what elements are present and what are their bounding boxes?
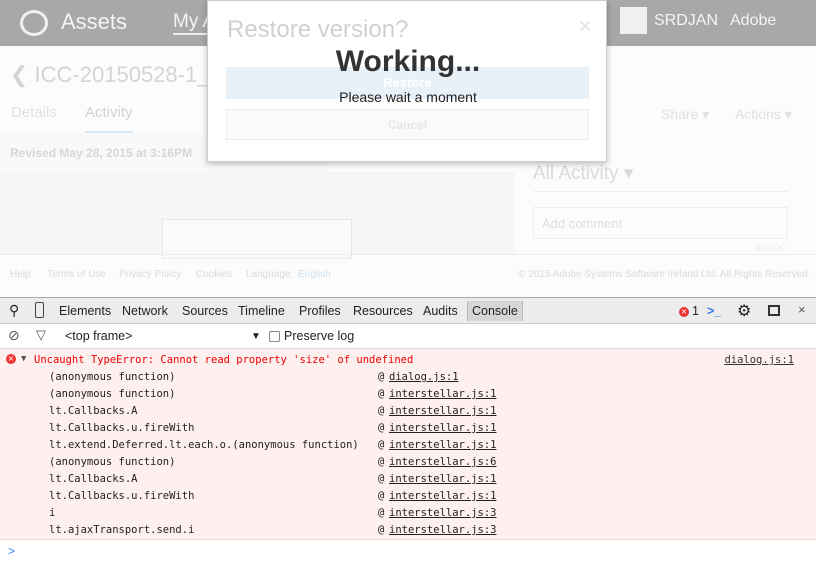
comment-input[interactable]: Add comment: [533, 207, 788, 239]
stack-function: lt.ajaxTransport.send.i: [49, 524, 195, 536]
error-source-link[interactable]: dialog.js:1: [724, 354, 794, 366]
preview-image: [162, 219, 352, 259]
stack-link[interactable]: interstellar.js:3: [389, 524, 496, 536]
at-sign: @: [378, 422, 385, 434]
error-count-icon[interactable]: ×: [679, 307, 689, 317]
close-devtools-icon[interactable]: ×: [798, 302, 806, 317]
at-sign: @: [378, 524, 385, 536]
back-icon[interactable]: ❮: [10, 62, 35, 87]
clear-console-icon[interactable]: ⊘: [8, 327, 20, 344]
frame-select[interactable]: <top frame>: [65, 329, 132, 343]
gear-icon[interactable]: ⚙: [737, 301, 751, 321]
footer-cookies[interactable]: Cookies: [196, 269, 232, 280]
stack-function: (anonymous function): [49, 456, 176, 468]
expand-triangle-icon[interactable]: ▼: [21, 354, 26, 364]
stack-link[interactable]: interstellar.js:1: [389, 422, 496, 434]
at-sign: @: [378, 473, 385, 485]
at-sign: @: [378, 490, 385, 502]
error-message: Uncaught TypeError: Cannot read property…: [34, 354, 414, 366]
stack-function: lt.extend.Deferred.lt.each.o.(anonymous …: [49, 439, 359, 451]
devtools: ⚲ Elements Network Sources Timeline Prof…: [0, 297, 816, 571]
cancel-button[interactable]: Cancel: [226, 109, 589, 140]
stack-link[interactable]: interstellar.js:1: [389, 490, 496, 502]
username[interactable]: SRDJAN: [654, 12, 718, 30]
stack-function: (anonymous function): [49, 371, 176, 383]
devtools-tabbar: ⚲ Elements Network Sources Timeline Prof…: [0, 298, 816, 324]
stack-function: lt.Callbacks.u.fireWith: [49, 490, 195, 502]
filter-icon[interactable]: ▽: [36, 327, 46, 343]
frame-dropdown-icon[interactable]: ▼: [251, 331, 261, 342]
preserve-log-checkbox[interactable]: [269, 331, 280, 342]
console-drawer-icon[interactable]: >_: [707, 304, 721, 318]
tab-sources[interactable]: Sources: [182, 304, 228, 318]
tab-timeline[interactable]: Timeline: [238, 304, 285, 318]
console-toolbar: ⊘ ▽ <top frame> ▼ Preserve log: [0, 324, 816, 349]
footer-privacy[interactable]: Privacy Policy: [119, 269, 181, 280]
creative-cloud-logo-icon: [20, 10, 48, 36]
assets-page: Assets My A SRDJAN Adobe ❮ ICC-20150528-…: [0, 0, 816, 297]
at-sign: @: [378, 456, 385, 468]
stack-function: lt.Callbacks.u.fireWith: [49, 422, 195, 434]
tab-activity[interactable]: Activity: [85, 104, 133, 133]
dock-icon[interactable]: [768, 305, 780, 316]
console-error: × ▼ Uncaught TypeError: Cannot read prop…: [0, 349, 816, 540]
tab-console[interactable]: Console: [467, 301, 523, 321]
adobe-link[interactable]: Adobe: [730, 12, 776, 30]
comment-count: 0/1000: [755, 243, 786, 254]
avatar[interactable]: [620, 7, 647, 34]
copyright: © 2015 Adobe Systems Software Ireland Lt…: [518, 269, 811, 280]
working-label: Working...: [335, 45, 481, 78]
tab-audits[interactable]: Audits: [423, 304, 458, 318]
share-menu[interactable]: Share ▾: [661, 106, 709, 123]
brand[interactable]: Assets: [61, 9, 127, 35]
inspect-search-icon[interactable]: ⚲: [9, 302, 19, 319]
footer: Help Terms of Use Privacy Policy Cookies…: [0, 254, 816, 297]
close-icon[interactable]: ×: [578, 13, 592, 41]
activity-filter[interactable]: All Activity ▾: [533, 162, 788, 192]
stack-link[interactable]: interstellar.js:6: [389, 456, 496, 468]
asset-name: ICC-20150528-1_ed: [34, 62, 234, 87]
stack-function: lt.Callbacks.A: [49, 473, 138, 485]
tab-elements[interactable]: Elements: [59, 304, 111, 318]
at-sign: @: [378, 405, 385, 417]
at-sign: @: [378, 439, 385, 451]
dialog-title: Restore version?: [227, 16, 409, 43]
stack-link[interactable]: interstellar.js:1: [389, 473, 496, 485]
stack-link[interactable]: interstellar.js:1: [389, 405, 496, 417]
stack-function: i: [49, 507, 56, 519]
device-mode-icon[interactable]: [35, 302, 44, 318]
stack-function: (anonymous function): [49, 388, 176, 400]
tab-profiles[interactable]: Profiles: [299, 304, 341, 318]
tab-details[interactable]: Details: [11, 104, 57, 121]
error-count[interactable]: 1: [692, 304, 699, 318]
stack-function: lt.Callbacks.A: [49, 405, 138, 417]
stack-link[interactable]: interstellar.js:3: [389, 507, 496, 519]
tab-resources[interactable]: Resources: [353, 304, 413, 318]
language-label: Language:: [246, 269, 294, 280]
at-sign: @: [378, 507, 385, 519]
stack-link[interactable]: dialog.js:1: [389, 371, 459, 383]
at-sign: @: [378, 371, 385, 383]
restore-dialog: Restore version? × Restore Cancel Workin…: [207, 0, 607, 162]
at-sign: @: [378, 388, 385, 400]
tab-network[interactable]: Network: [122, 304, 168, 318]
stack-link[interactable]: interstellar.js:1: [389, 439, 496, 451]
language-link[interactable]: English: [298, 269, 331, 280]
wait-label: Please wait a moment: [339, 89, 477, 105]
actions-menu[interactable]: Actions ▾: [735, 106, 792, 123]
error-icon: ×: [6, 354, 16, 364]
stack-link[interactable]: interstellar.js:1: [389, 388, 496, 400]
footer-help[interactable]: Help: [10, 269, 31, 280]
console-prompt[interactable]: >: [8, 544, 15, 558]
preserve-log-label[interactable]: Preserve log: [284, 329, 354, 343]
asset-title: ❮ ICC-20150528-1_ed: [10, 62, 234, 88]
footer-terms[interactable]: Terms of Use: [47, 269, 106, 280]
